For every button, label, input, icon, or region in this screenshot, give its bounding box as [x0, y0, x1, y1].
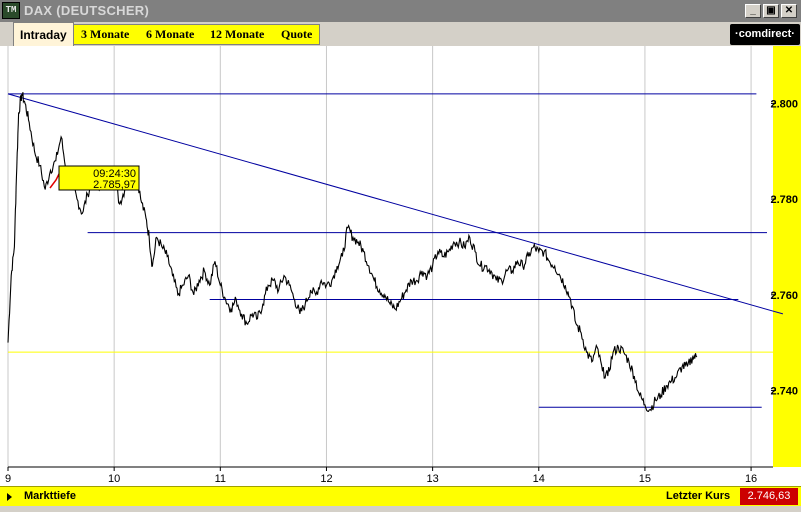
minimize-button[interactable]: _	[745, 4, 761, 18]
expand-arrow-icon[interactable]	[7, 493, 12, 501]
y-axis-strip	[773, 46, 801, 467]
tab-12-monate[interactable]: 12 Monate	[210, 24, 264, 45]
status-bar: Markttiefe Letzter Kurs 2.746,63	[0, 486, 801, 507]
tab-3-monate[interactable]: 3 Monate	[81, 24, 129, 45]
tab-6-monate[interactable]: 6 Monate	[146, 24, 194, 45]
chart-area	[0, 46, 801, 486]
title-bar: TM DAX (DEUTSCHER) _ ▣ ✕	[0, 0, 801, 22]
markttiefe-link[interactable]: Markttiefe	[24, 490, 76, 502]
last-price-label: Letzter Kurs	[666, 490, 731, 502]
last-price-value: 2.746,63	[740, 488, 798, 505]
tab-intraday[interactable]: Intraday	[13, 22, 74, 46]
window-footer	[0, 506, 801, 512]
close-button[interactable]: ✕	[781, 4, 797, 18]
tab-bar: Intraday 3 Monate 6 Monate 12 Monate Quo…	[0, 22, 801, 46]
restore-button[interactable]: ▣	[763, 4, 779, 18]
tab-quote[interactable]: Quote	[281, 24, 312, 45]
app-icon: TM	[2, 2, 20, 19]
comdirect-logo: ·comdirect·	[730, 24, 800, 45]
window-title: DAX (DEUTSCHER)	[24, 3, 150, 18]
